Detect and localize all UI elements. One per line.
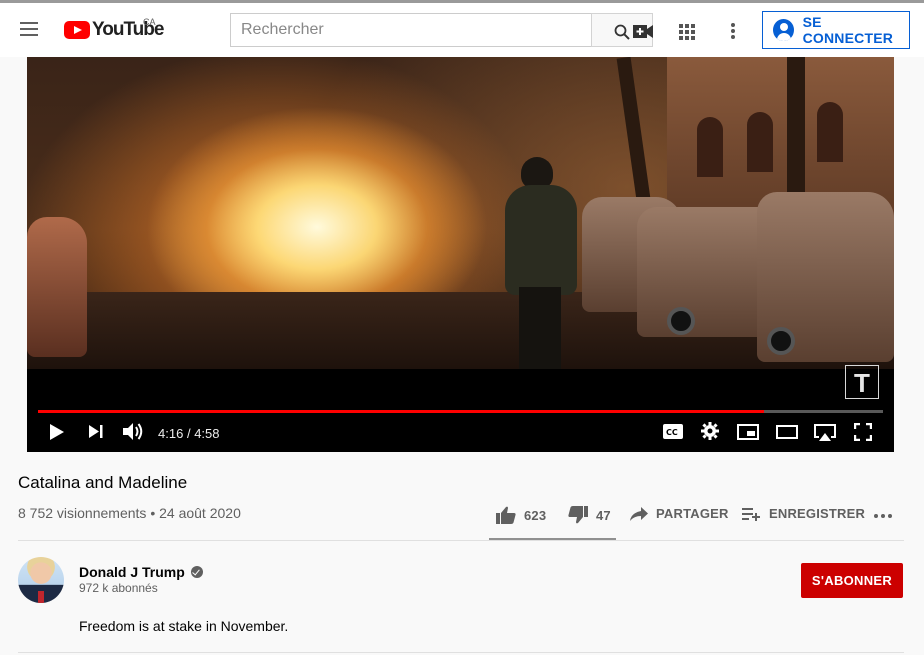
video-player[interactable]: T 4:16 / 4:58 CC xyxy=(27,57,894,452)
masthead: YouTube CA SE CONNECTER xyxy=(0,3,924,57)
player-controls: 4:16 / 4:58 CC xyxy=(27,413,894,452)
airplay-icon[interactable] xyxy=(813,423,837,441)
account-icon xyxy=(773,19,794,41)
youtube-logo[interactable]: YouTube CA xyxy=(64,17,164,40)
divider-bottom xyxy=(18,652,904,653)
sign-in-button[interactable]: SE CONNECTER xyxy=(762,11,910,49)
svg-text:CC: CC xyxy=(666,428,678,437)
create-video-icon[interactable] xyxy=(633,25,653,38)
more-actions-icon[interactable] xyxy=(874,514,892,518)
watermark-letter: T xyxy=(854,368,870,398)
sign-in-label: SE CONNECTER xyxy=(802,14,894,46)
scene-tree xyxy=(787,57,805,207)
channel-name[interactable]: Donald J Trump xyxy=(79,564,185,580)
like-count: 623 xyxy=(524,507,547,523)
scene-window xyxy=(697,117,723,177)
video-title: Catalina and Madeline xyxy=(18,473,188,492)
time-separator: / xyxy=(186,426,191,441)
thumbs-down-icon xyxy=(568,506,588,524)
channel-avatar[interactable] xyxy=(18,557,64,603)
share-label: PARTAGER xyxy=(656,506,729,521)
miniplayer-icon[interactable] xyxy=(737,424,759,440)
scene-window xyxy=(747,112,773,172)
theater-icon[interactable] xyxy=(776,425,798,439)
country-code: CA xyxy=(143,17,156,27)
video-description: Freedom is at stake in November. xyxy=(79,618,289,634)
scene-car xyxy=(27,217,87,357)
duration: 4:58 xyxy=(194,426,220,441)
apps-grid-icon[interactable] xyxy=(679,24,695,40)
menu-icon[interactable] xyxy=(20,22,38,36)
divider-top xyxy=(18,540,904,541)
volume-icon[interactable] xyxy=(122,422,144,441)
like-button[interactable]: 623 xyxy=(496,506,546,524)
channel-name-row[interactable]: Donald J Trump xyxy=(79,564,203,580)
dislike-count: 47 xyxy=(596,507,611,523)
more-vert-icon[interactable] xyxy=(730,23,736,39)
verified-badge-icon xyxy=(190,566,203,578)
scene-wheel xyxy=(667,307,695,335)
video-frame[interactable] xyxy=(27,57,894,369)
save-button[interactable]: ENREGISTRER xyxy=(742,506,865,521)
scene-window xyxy=(817,102,843,162)
current-time: 4:16 xyxy=(158,426,184,441)
settings-icon[interactable] xyxy=(701,422,719,440)
scene-wheel xyxy=(767,327,795,355)
channel-watermark[interactable]: T xyxy=(845,365,879,399)
youtube-play-icon xyxy=(64,21,90,39)
search-icon xyxy=(614,24,630,40)
thumbs-up-icon xyxy=(496,506,516,524)
fullscreen-icon[interactable] xyxy=(854,423,872,441)
scene-tree xyxy=(616,57,652,208)
search-box xyxy=(230,13,592,47)
video-actions: 623 47 PARTAGER ENREGISTRER xyxy=(0,500,924,530)
playlist-add-icon xyxy=(742,507,760,521)
play-icon[interactable] xyxy=(49,423,65,441)
next-icon[interactable] xyxy=(88,424,104,439)
dislike-button[interactable]: 47 xyxy=(568,506,611,524)
time-display: 4:16 / 4:58 xyxy=(158,426,220,441)
share-button[interactable]: PARTAGER xyxy=(630,506,729,521)
subscriber-count: 972 k abonnés xyxy=(79,581,158,595)
save-label: ENREGISTRER xyxy=(769,506,866,521)
subscribe-button[interactable]: S'ABONNER xyxy=(801,563,903,598)
search-input[interactable] xyxy=(241,21,591,39)
share-icon xyxy=(630,506,648,521)
scene-person xyxy=(497,157,583,369)
captions-icon[interactable]: CC xyxy=(663,424,683,439)
